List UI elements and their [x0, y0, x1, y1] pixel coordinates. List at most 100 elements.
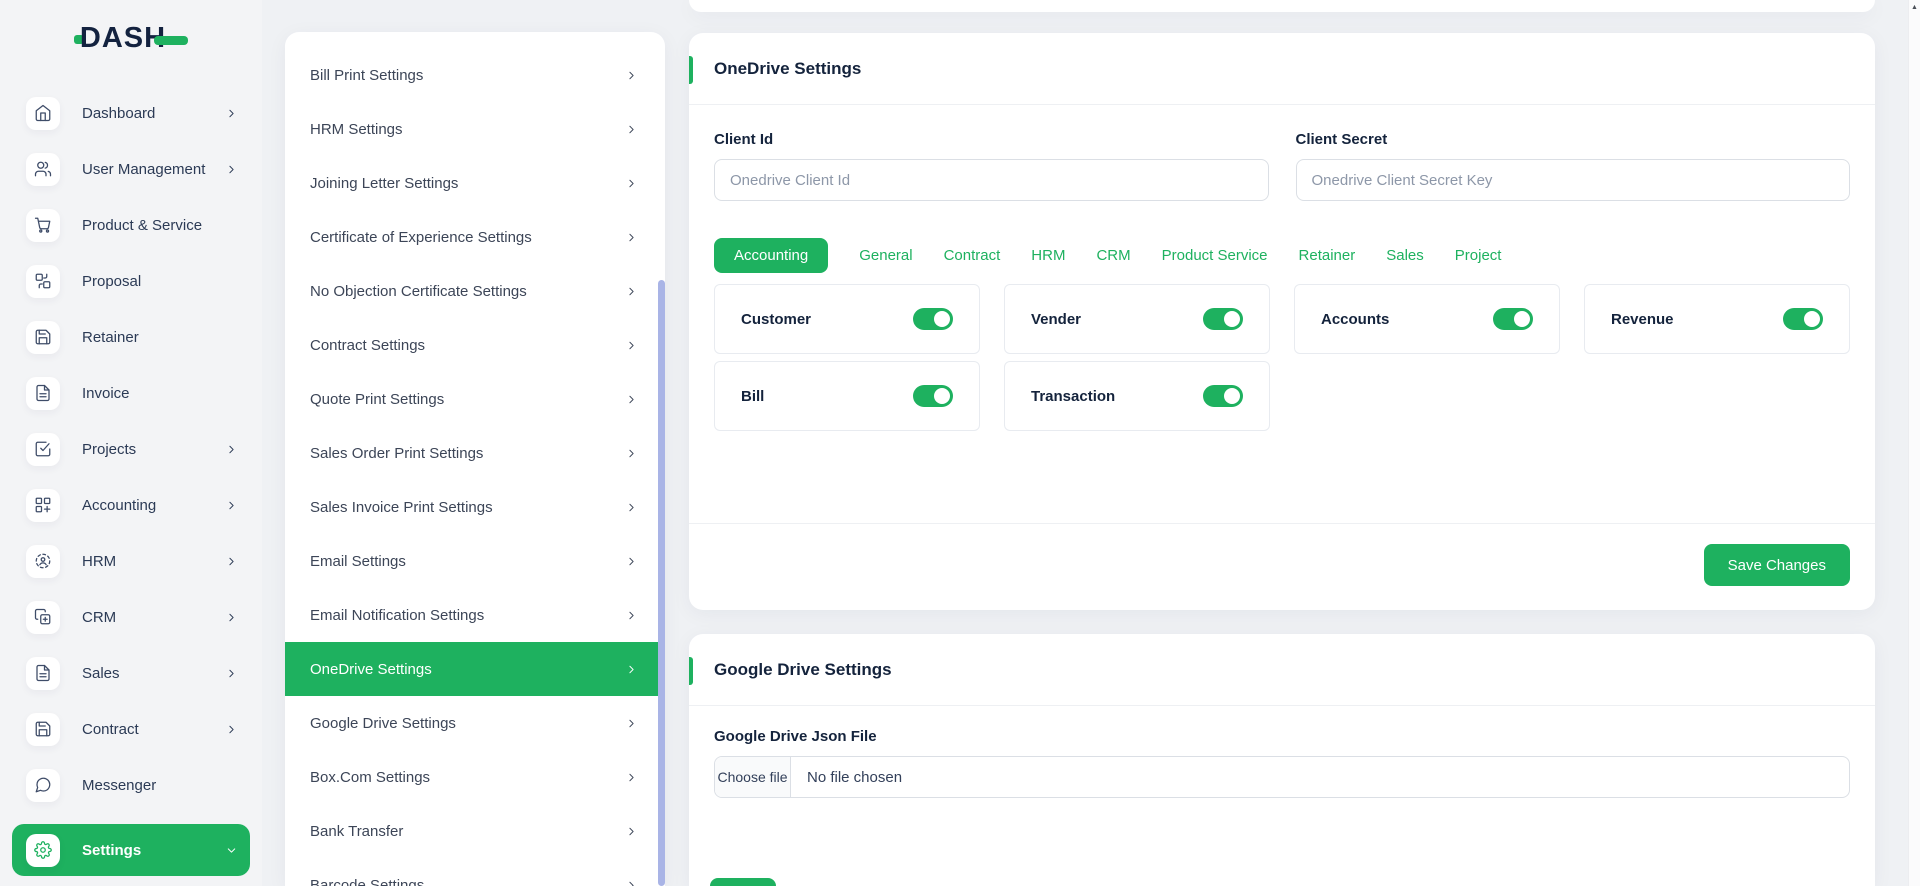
tab-sales[interactable]: Sales [1386, 247, 1424, 264]
cart-icon [26, 209, 60, 242]
save-changes-button[interactable]: Save Changes [1704, 544, 1850, 586]
tab-retainer[interactable]: Retainer [1299, 247, 1356, 264]
toggle-vender[interactable] [1203, 308, 1243, 330]
onedrive-card-header: OneDrive Settings [689, 33, 1875, 105]
tab-contract[interactable]: Contract [944, 247, 1001, 264]
tab-general[interactable]: General [859, 247, 912, 264]
settings-menu-item-hrm-settings[interactable]: HRM Settings [285, 102, 665, 156]
sidebar-item-sales[interactable]: Sales [12, 656, 250, 690]
client-secret-input[interactable] [1296, 159, 1851, 201]
settings-menu-item-sales-invoice-print-settings[interactable]: Sales Invoice Print Settings [285, 480, 665, 534]
settings-menu-item-onedrive-settings[interactable]: OneDrive Settings [285, 642, 665, 696]
toggle-revenue[interactable] [1783, 308, 1823, 330]
settings-menu-item-bank-transfer[interactable]: Bank Transfer [285, 804, 665, 858]
chevron-down-icon [225, 844, 238, 857]
tab-project[interactable]: Project [1455, 247, 1502, 264]
onedrive-fields-row: Client Id Client Secret [714, 131, 1850, 201]
settings-menu-item-label: Bank Transfer [310, 823, 403, 840]
cutoff-tab-pill[interactable] [710, 878, 776, 886]
toggle-knob [1514, 311, 1530, 327]
sidebar-item-dashboard[interactable]: Dashboard [12, 96, 250, 130]
sidebar-item-retainer[interactable]: Retainer [12, 320, 250, 354]
chevron-right-icon [625, 609, 638, 622]
sidebar-item-contract[interactable]: Contract [12, 712, 250, 746]
onedrive-card-footer: Save Changes [689, 523, 1875, 610]
settings-menu-item-label: Bill Print Settings [310, 67, 423, 84]
client-secret-label: Client Secret [1296, 131, 1851, 148]
client-id-label: Client Id [714, 131, 1269, 148]
settings-menu-item-barcode-settings[interactable]: Barcode Settings [285, 858, 665, 886]
settings-menu-item-contract-settings[interactable]: Contract Settings [285, 318, 665, 372]
settings-panel-scrollbar-thumb[interactable] [658, 280, 665, 886]
choose-file-button[interactable]: Choose file [715, 757, 791, 797]
logo-dash-icon [154, 36, 188, 45]
toggle-label: Vender [1031, 311, 1081, 328]
tab-crm[interactable]: CRM [1096, 247, 1130, 264]
settings-menu-item-box-com-settings[interactable]: Box.Com Settings [285, 750, 665, 804]
client-id-field: Client Id [714, 131, 1269, 201]
chevron-right-icon [625, 177, 638, 190]
toggle-bill[interactable] [913, 385, 953, 407]
toggle-box-vender: Vender [1004, 284, 1270, 354]
chevron-right-icon [625, 663, 638, 676]
sidebar-item-product-service[interactable]: Product & Service [12, 208, 250, 242]
toggle-label: Bill [741, 388, 764, 405]
toggle-box-transaction: Transaction [1004, 361, 1270, 431]
scrollbar-up-arrow-icon[interactable]: ▲ [1909, 4, 1920, 11]
settings-menu-item-bill-print-settings[interactable]: Bill Print Settings [285, 48, 665, 102]
settings-menu-item-google-drive-settings[interactable]: Google Drive Settings [285, 696, 665, 750]
chevron-right-icon [625, 393, 638, 406]
sidebar-item-projects[interactable]: Projects [12, 432, 250, 466]
toggle-customer[interactable] [913, 308, 953, 330]
file-text-icon [26, 657, 60, 690]
chevron-right-icon [225, 443, 238, 456]
sidebar-item-label: Retainer [82, 329, 139, 346]
sidebar-item-label: Dashboard [82, 105, 155, 122]
toggle-box-bill: Bill [714, 361, 980, 431]
settings-menu-item-certificate-of-experience-settings[interactable]: Certificate of Experience Settings [285, 210, 665, 264]
settings-menu-item-no-objection-certificate-settings[interactable]: No Objection Certificate Settings [285, 264, 665, 318]
chevron-right-icon [625, 231, 638, 244]
settings-menu-item-label: Barcode Settings [310, 877, 424, 886]
sidebar-item-user-management[interactable]: User Management [12, 152, 250, 186]
sidebar-item-hrm[interactable]: HRM [12, 544, 250, 578]
chevron-right-icon [625, 825, 638, 838]
sidebar-item-invoice[interactable]: Invoice [12, 376, 250, 410]
settings-menu-item-quote-print-settings[interactable]: Quote Print Settings [285, 372, 665, 426]
tab-accounting[interactable]: Accounting [714, 238, 828, 273]
googledrive-settings-card: Google Drive Settings Google Drive Json … [689, 634, 1875, 886]
sidebar-item-settings[interactable]: Settings [12, 824, 250, 876]
header-accent-bar [689, 56, 693, 84]
chevron-right-icon [625, 879, 638, 886]
sidebar-item-proposal[interactable]: Proposal [12, 264, 250, 298]
check-square-icon [26, 433, 60, 466]
tab-product-service[interactable]: Product Service [1162, 247, 1268, 264]
toggle-box-revenue: Revenue [1584, 284, 1850, 354]
settings-menu-item-label: Google Drive Settings [310, 715, 456, 732]
tab-hrm[interactable]: HRM [1031, 247, 1065, 264]
page-scrollbar[interactable]: ▲ [1908, 0, 1920, 886]
home-icon [26, 97, 60, 130]
sidebar-item-accounting[interactable]: Accounting [12, 488, 250, 522]
settings-menu-item-email-settings[interactable]: Email Settings [285, 534, 665, 588]
person-dashed-icon [26, 545, 60, 578]
toggle-accounts[interactable] [1493, 308, 1533, 330]
chevron-right-icon [225, 555, 238, 568]
client-id-input[interactable] [714, 159, 1269, 201]
toggle-knob [1224, 388, 1240, 404]
sidebar-item-label: Projects [82, 441, 136, 458]
sidebar-item-crm[interactable]: CRM [12, 600, 250, 634]
chevron-right-icon [625, 447, 638, 460]
chevron-right-icon [625, 717, 638, 730]
toggle-transaction[interactable] [1203, 385, 1243, 407]
settings-menu-item-label: HRM Settings [310, 121, 403, 138]
sidebar-item-messenger[interactable]: Messenger [12, 768, 250, 802]
settings-menu-item-email-notification-settings[interactable]: Email Notification Settings [285, 588, 665, 642]
settings-menu-item-joining-letter-settings[interactable]: Joining Letter Settings [285, 156, 665, 210]
googledrive-card-title: Google Drive Settings [714, 660, 892, 680]
toggle-knob [934, 388, 950, 404]
google-drive-json-file-input[interactable]: Choose file No file chosen [714, 756, 1850, 798]
chevron-right-icon [225, 723, 238, 736]
settings-menu-item-sales-order-print-settings[interactable]: Sales Order Print Settings [285, 426, 665, 480]
chevron-right-icon [625, 339, 638, 352]
